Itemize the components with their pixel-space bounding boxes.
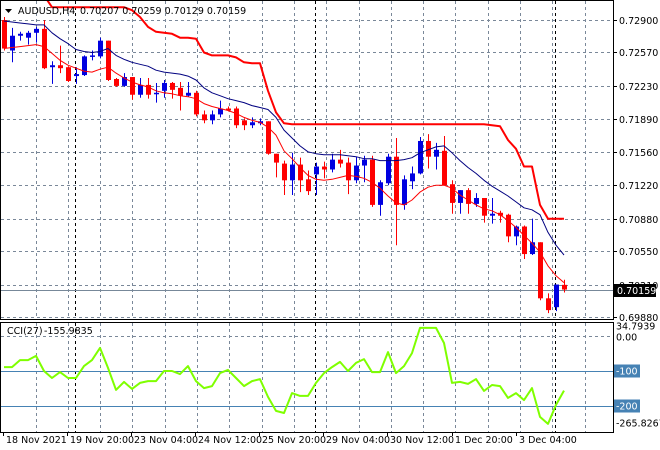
candle xyxy=(554,284,559,312)
candle-body-bull xyxy=(74,74,79,77)
candle-body-bull xyxy=(418,140,423,174)
time-axis-label: 19 Nov 20:00 xyxy=(70,435,134,446)
price-axis-label: 0.72900 xyxy=(619,16,658,27)
candle-body-bear xyxy=(282,163,287,181)
candle-body-bull xyxy=(402,179,407,205)
price-axis-label: 0.72570 xyxy=(619,48,658,59)
candle-body-bear xyxy=(442,150,447,186)
price-axis-label: 0.70880 xyxy=(619,215,658,226)
candle-body-bull xyxy=(290,164,295,181)
candle-body-bear xyxy=(346,162,351,181)
candle-body-bull xyxy=(90,55,95,57)
price-axis-label: 0.70550 xyxy=(619,247,658,258)
candle xyxy=(98,37,103,59)
candle-body-bull xyxy=(474,198,479,204)
candle-body-bull xyxy=(26,32,31,38)
time-axis[interactable]: 18 Nov 2021 19 Nov 20:00 23 Nov 04:00 24 No… xyxy=(3,432,577,446)
time-axis-label: 1 Dec 20:00 xyxy=(455,435,513,446)
symbol-label: AUDUSD,H4 xyxy=(18,6,75,17)
candle-body-bear xyxy=(202,114,207,121)
cci-min-label: -265.8267 xyxy=(616,419,660,430)
candle xyxy=(234,106,239,129)
candle xyxy=(194,90,199,117)
time-axis-label: 24 Nov 12:00 xyxy=(198,435,262,446)
candle xyxy=(66,66,71,82)
candle-body-bull xyxy=(186,92,191,96)
candle-body-bear xyxy=(130,77,135,95)
candle-body-bear xyxy=(322,166,327,170)
candle xyxy=(522,225,527,259)
candle-body-bull xyxy=(378,182,383,205)
candle-body-bull xyxy=(354,165,359,181)
candle xyxy=(418,137,423,175)
candle-body-bull xyxy=(82,56,87,76)
candle-body-bear xyxy=(546,298,551,311)
candle-body-bull xyxy=(210,114,215,121)
candle-body-bull xyxy=(410,173,415,182)
candle-body-bull xyxy=(50,65,55,68)
candle xyxy=(82,55,87,77)
candle xyxy=(2,17,7,51)
current-price-label: 0.70159 xyxy=(617,286,656,297)
time-axis-label: 30 Nov 12:00 xyxy=(390,435,454,446)
candle-body-bull xyxy=(34,28,39,33)
candle-body-bear xyxy=(522,226,527,255)
candle-body-bear xyxy=(106,40,111,80)
candle-body-bear xyxy=(482,198,487,216)
candle xyxy=(106,40,111,81)
background xyxy=(0,0,660,450)
cci-level-label: -200 xyxy=(616,402,638,413)
candle-body-bear xyxy=(178,87,183,96)
candle-body-bull xyxy=(10,35,15,51)
price-axis-label: 0.71890 xyxy=(619,115,658,126)
candle-body-bear xyxy=(338,159,343,164)
candle-body-bull xyxy=(490,213,495,216)
time-axis-label: 23 Nov 04:00 xyxy=(134,435,198,446)
price-axis-label: 0.71560 xyxy=(619,148,658,159)
candle-body-bull xyxy=(154,92,159,95)
candle-body-bull xyxy=(98,40,103,57)
candle-body-bear xyxy=(58,65,63,69)
candle-body-bear xyxy=(506,214,511,237)
cci-zero-label: 0.00 xyxy=(616,333,637,344)
candle-body-bear xyxy=(234,108,239,126)
candle-body-bear xyxy=(306,179,311,192)
candle-body-bull xyxy=(434,149,439,157)
candle-body-bear xyxy=(450,184,455,203)
candle-body-bull xyxy=(554,284,559,308)
candle-body-bull xyxy=(362,159,367,166)
cci-label: CCI(27) xyxy=(7,326,43,337)
ohlc-readout: 0.70207 0.70259 0.70129 0.70159 xyxy=(80,6,246,17)
candle-body-bull xyxy=(162,82,167,91)
cci-header: CCI(27) -155.9835 xyxy=(7,326,93,337)
cci-max-label: 34.7939 xyxy=(616,322,655,333)
time-axis-label: 25 Nov 20:00 xyxy=(262,435,326,446)
cci-level-label: -100 xyxy=(616,367,638,378)
candle-body-bear xyxy=(194,92,199,115)
candle xyxy=(386,153,391,186)
candle-body-bear xyxy=(170,82,175,90)
time-axis-label: 29 Nov 04:00 xyxy=(326,435,390,446)
candle-body-bear xyxy=(114,79,119,86)
candle-body-bull xyxy=(314,166,319,175)
candle-body-bear xyxy=(66,67,71,81)
symbol-header[interactable]: AUDUSD,H4 0.70207 0.70259 0.70129 0.7015… xyxy=(5,6,246,17)
time-axis-label: 3 Dec 04:00 xyxy=(519,435,577,446)
price-axis-label: 0.71220 xyxy=(619,181,658,192)
candle-body-bear xyxy=(298,164,303,181)
candle-body-bull xyxy=(138,84,143,95)
candle-body-bull xyxy=(18,33,23,36)
price-axis-label: 0.72230 xyxy=(619,82,658,93)
time-axis-label: 18 Nov 2021 xyxy=(6,435,67,446)
candle-body-bull xyxy=(250,122,255,126)
candle-body-bear xyxy=(562,284,567,290)
candle-body-bear xyxy=(394,156,399,205)
candle xyxy=(114,78,119,87)
candle-body-bear xyxy=(242,120,247,126)
candle-body-bear xyxy=(274,153,279,163)
cci-value: -155.9835 xyxy=(44,326,93,337)
candle-body-bull xyxy=(330,159,335,170)
trading-chart[interactable]: 0.72900 0.72570 0.72230 0.71890 0.71560 0.712… xyxy=(0,0,660,450)
candle-body-bear xyxy=(2,20,7,49)
